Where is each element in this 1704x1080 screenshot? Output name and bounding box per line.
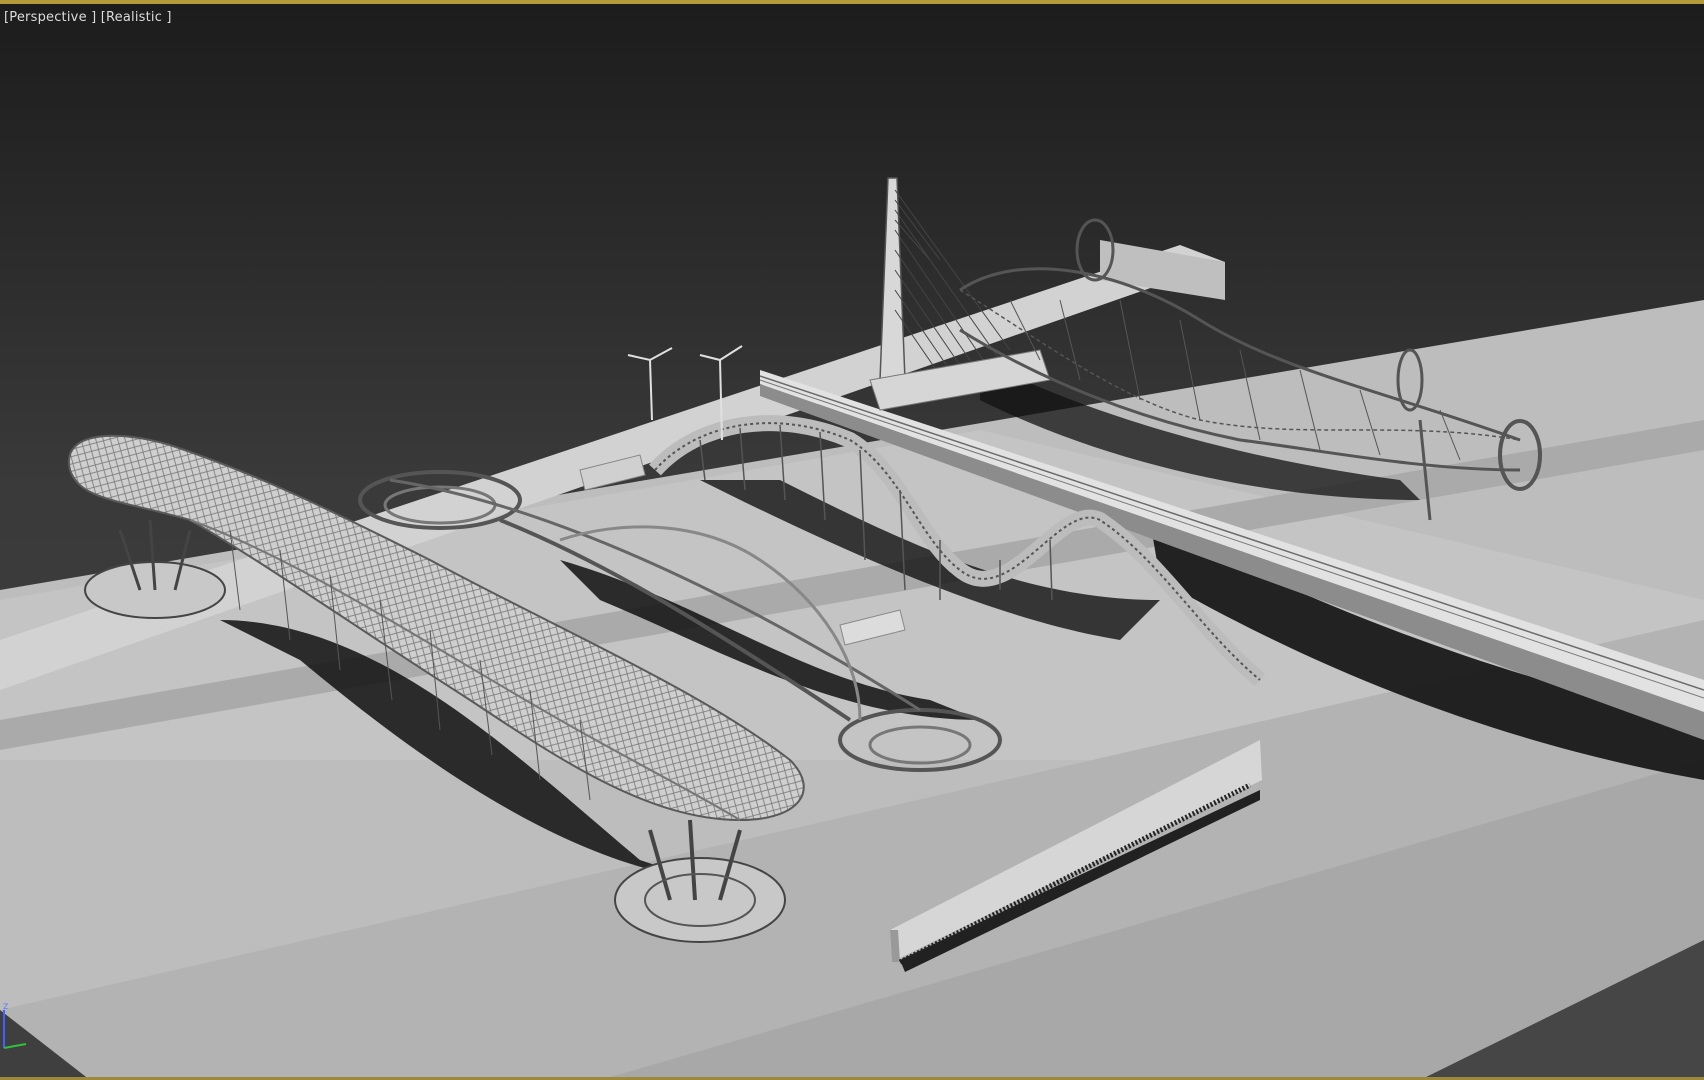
viewport-label[interactable]: [Perspective ] [Realistic ] [4,10,172,25]
view-mode-label[interactable]: [Perspective ] [4,10,96,25]
viewport-perspective[interactable]: [Perspective ] [Realistic ] z [0,0,1704,1080]
bridge-mast[interactable] [869,177,1051,411]
shading-mode-label[interactable]: [Realistic ] [101,10,172,25]
axis-gizmo-icon: z [3,1001,27,1049]
scene-render[interactable] [0,0,1704,1080]
axis-z-label: z [3,1001,8,1012]
